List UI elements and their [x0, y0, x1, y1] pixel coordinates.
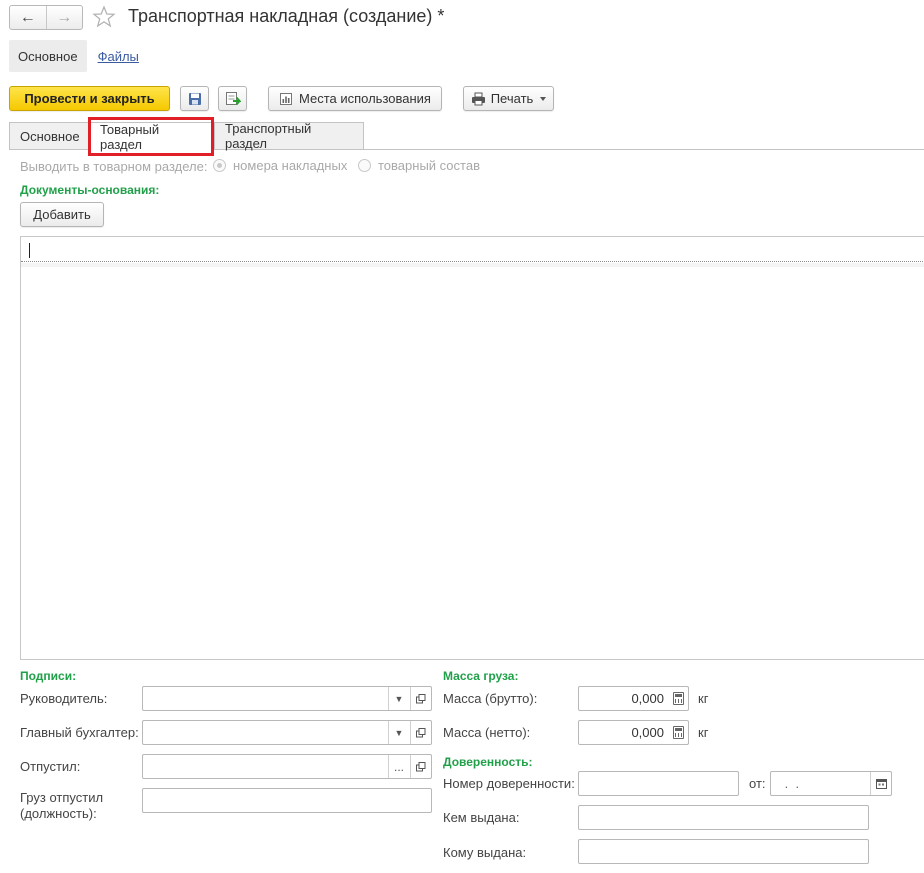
issued-to-field[interactable]	[578, 839, 869, 864]
post-icon	[225, 91, 241, 105]
forward-arrow-icon[interactable]: →	[45, 6, 83, 29]
print-button[interactable]: Печать	[463, 86, 554, 111]
released-label: Отпустил:	[20, 759, 81, 774]
poa-number-field[interactable]	[578, 771, 739, 796]
section-links: Основное Файлы	[9, 40, 139, 72]
post-button[interactable]	[218, 86, 247, 111]
save-icon	[188, 92, 201, 105]
poa-from-label: от:	[749, 776, 766, 791]
power-of-attorney-header: Доверенность:	[443, 755, 533, 769]
tab-transport-section[interactable]: Транспортный раздел	[214, 121, 364, 151]
poa-date-placeholder: . .	[781, 776, 800, 791]
select-ellipsis-button[interactable]: ...	[388, 755, 409, 778]
manager-label: Руководитель:	[20, 691, 108, 706]
section-link-files[interactable]: Файлы	[98, 49, 139, 64]
text-cursor	[29, 243, 30, 258]
radio-unselected-icon	[358, 159, 371, 172]
navigation-buttons: ← →	[9, 5, 83, 30]
favorite-star-icon[interactable]	[92, 5, 116, 29]
radio-invoice-numbers[interactable]: номера накладных	[213, 158, 347, 173]
tab-highlight-frame	[88, 117, 214, 156]
cargo-mass-header: Масса груза:	[443, 669, 519, 683]
back-arrow-icon[interactable]: ←	[10, 6, 46, 29]
table-row[interactable]	[21, 237, 924, 262]
usage-places-button[interactable]: Места использования	[268, 86, 442, 111]
net-mass-value: 0,000	[631, 725, 664, 740]
tab-main[interactable]: Основное	[9, 122, 89, 149]
calculator-icon[interactable]	[673, 692, 684, 705]
released-by-position-field[interactable]	[142, 788, 432, 813]
released-by-position-label: Груз отпустил (должность):	[20, 790, 104, 821]
usage-places-label: Места использования	[299, 91, 431, 106]
manager-field[interactable]: ▼	[142, 686, 432, 711]
poa-number-label: Номер доверенности:	[443, 776, 575, 791]
issued-by-field[interactable]	[578, 805, 869, 830]
radio-goods-list-label: товарный состав	[378, 158, 480, 173]
dropdown-icon[interactable]: ▼	[388, 721, 409, 744]
net-unit: кг	[698, 725, 709, 740]
page-title: Транспортная накладная (создание) *	[128, 6, 445, 26]
calculator-icon[interactable]	[673, 726, 684, 739]
open-icon[interactable]	[410, 721, 431, 744]
gross-unit: кг	[698, 691, 709, 706]
chief-accountant-label: Главный бухгалтер:	[20, 725, 139, 740]
chevron-down-icon	[540, 96, 547, 101]
add-document-button[interactable]: Добавить	[20, 202, 104, 227]
radio-goods-list[interactable]: товарный состав	[358, 158, 480, 173]
report-icon	[280, 92, 292, 105]
base-documents-header: Документы-основания:	[20, 183, 160, 197]
signatures-header: Подписи:	[20, 669, 77, 683]
open-icon[interactable]	[410, 687, 431, 710]
table-row-separator	[21, 263, 924, 267]
radio-invoice-numbers-label: номера накладных	[233, 158, 348, 173]
gross-mass-field[interactable]: 0,000	[578, 686, 689, 711]
gross-mass-label: Масса (брутто):	[443, 691, 538, 706]
output-label: Выводить в товарном разделе:	[20, 159, 208, 174]
section-link-main[interactable]: Основное	[9, 40, 87, 72]
base-documents-table[interactable]	[20, 236, 924, 660]
open-icon[interactable]	[410, 755, 431, 778]
net-mass-label: Масса (нетто):	[443, 725, 531, 740]
issued-to-label: Кому выдана:	[443, 845, 527, 860]
released-field[interactable]: ...	[142, 754, 432, 779]
poa-date-field[interactable]: . .	[770, 771, 892, 796]
printer-icon	[471, 92, 485, 105]
post-and-close-button[interactable]: Провести и закрыть	[9, 86, 170, 111]
dropdown-icon[interactable]: ▼	[388, 687, 409, 710]
chief-accountant-field[interactable]: ▼	[142, 720, 432, 745]
radio-selected-icon	[213, 159, 226, 172]
save-button[interactable]	[180, 86, 209, 111]
net-mass-field[interactable]: 0,000	[578, 720, 689, 745]
calendar-icon[interactable]	[870, 772, 891, 795]
print-label: Печать	[490, 91, 534, 106]
issued-by-label: Кем выдана:	[443, 810, 520, 825]
gross-mass-value: 0,000	[631, 691, 664, 706]
